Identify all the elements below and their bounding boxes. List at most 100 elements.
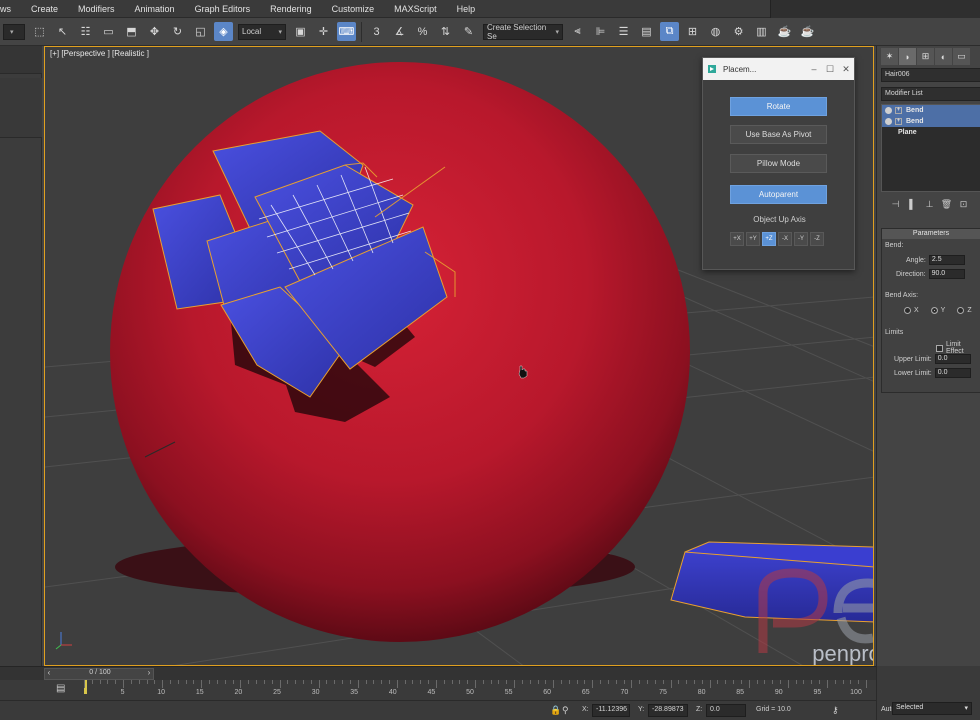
placement-icon[interactable]: ◈ — [214, 22, 233, 41]
isolate-selection-icon[interactable]: ⚲ — [562, 705, 569, 716]
menu-animation[interactable]: Animation — [125, 4, 185, 14]
maximize-icon[interactable]: ☐ — [822, 62, 838, 76]
rendered-frame-icon[interactable]: ▥ — [752, 22, 771, 41]
mini-curve-editor-icon[interactable]: ▤ — [56, 683, 68, 695]
make-unique-icon[interactable]: ⊥ — [923, 198, 936, 211]
angle-spinner[interactable]: 2.5 — [928, 255, 965, 265]
spinner-snap-icon[interactable]: ⇅ — [436, 22, 455, 41]
modifier-list-dropdown[interactable]: Modifier List — [881, 87, 980, 101]
pin-stack-icon[interactable]: ⊣ — [889, 198, 902, 211]
curve-editor-icon[interactable]: ⧉ — [660, 22, 679, 41]
window-crossing-icon[interactable]: ⬒ — [122, 22, 141, 41]
snaps-toggle-icon[interactable]: 3 — [367, 22, 386, 41]
keyboard-shortcut-icon[interactable]: ⌨ — [337, 22, 356, 41]
axis-y-radio[interactable] — [930, 307, 938, 314]
previous-frame-icon[interactable]: ‹ — [44, 668, 54, 680]
modify-tab-icon[interactable]: ◗ — [899, 48, 916, 65]
axis-minus-y-button[interactable]: -Y — [794, 232, 808, 246]
limit-effect-checkbox[interactable] — [936, 344, 943, 352]
percent-snap-icon[interactable]: % — [413, 22, 432, 41]
hierarchy-tab-icon[interactable]: ⊞ — [917, 48, 934, 65]
menu-help[interactable]: Help — [447, 4, 486, 14]
pivot-center-icon[interactable]: ▣ — [291, 22, 310, 41]
rect-selection-icon[interactable]: ▭ — [99, 22, 118, 41]
eye-icon[interactable] — [885, 118, 892, 125]
remove-modifier-icon[interactable]: 🗑 — [940, 198, 953, 211]
axis-x-radio[interactable] — [904, 307, 911, 314]
upper-limit-spinner[interactable]: 0.0 — [934, 354, 971, 364]
select-scale-icon[interactable]: ◱ — [191, 22, 210, 41]
named-selection-dropdown[interactable]: Create Selection Se ▾ — [483, 23, 563, 41]
render-production-icon[interactable]: ☕ — [775, 22, 794, 41]
next-frame-icon[interactable]: › — [144, 668, 154, 680]
ruler-tick — [271, 680, 273, 684]
toolbar-left-dropdown[interactable]: ▾ — [3, 23, 25, 40]
material-editor-icon[interactable]: ◍ — [706, 22, 725, 41]
axis-z-radio[interactable] — [957, 307, 965, 314]
create-tab-icon[interactable]: ✶ — [881, 48, 898, 65]
use-base-as-pivot-button[interactable]: Use Base As Pivot — [730, 125, 827, 144]
edit-named-selections-icon[interactable]: ✎ — [459, 22, 478, 41]
select-link-icon[interactable]: ⬚ — [30, 22, 49, 41]
ruler-tick — [240, 680, 242, 688]
axis-plus-y-button[interactable]: +Y — [746, 232, 760, 246]
select-by-name-icon[interactable]: ☷ — [76, 22, 95, 41]
rotate-button[interactable]: Rotate — [730, 97, 827, 116]
close-icon[interactable]: ✕ — [838, 62, 854, 76]
menu-views[interactable]: ws — [0, 4, 21, 14]
configure-sets-icon[interactable]: ⊡ — [957, 198, 970, 211]
menu-create[interactable]: Create — [21, 4, 68, 14]
timeline-ruler[interactable]: 5 10 15 20 25 30 35 40 45 50 55 60 65 70 75 80 85 90 95 100 — [84, 680, 867, 700]
menu-graph-editors[interactable]: Graph Editors — [185, 4, 261, 14]
show-end-result-icon[interactable]: ▌ — [906, 198, 919, 211]
viewport-label[interactable]: [+] [Perspective ] [Realistic ] — [50, 49, 149, 58]
ruler-tick — [725, 680, 727, 684]
x-coord-field[interactable]: -11.12396 — [592, 704, 630, 717]
axis-minus-x-button[interactable]: -X — [778, 232, 792, 246]
select-rotate-icon[interactable]: ↻ — [168, 22, 187, 41]
eye-icon[interactable] — [885, 107, 892, 114]
dialog-title-bar[interactable]: Placem... – ☐ ✕ — [703, 58, 854, 80]
z-coord-field[interactable]: 0.0 — [706, 704, 746, 717]
menu-rendering[interactable]: Rendering — [260, 4, 322, 14]
select-manipulate-icon[interactable]: ✛ — [314, 22, 333, 41]
pillow-mode-button[interactable]: Pillow Mode — [730, 154, 827, 173]
expand-icon[interactable]: + — [895, 107, 902, 114]
key-filter-dropdown[interactable]: Selected ▾ — [892, 702, 972, 715]
y-coord-field[interactable]: -28.89873 — [648, 704, 688, 717]
reference-coord-dropdown[interactable]: Local ▾ — [238, 23, 286, 40]
select-move-icon[interactable]: ✥ — [145, 22, 164, 41]
autoparent-button[interactable]: Autoparent — [730, 185, 827, 204]
select-object-icon[interactable]: ↖ — [53, 22, 72, 41]
menu-modifiers[interactable]: Modifiers — [68, 4, 125, 14]
selection-lock-icon[interactable]: 🔒 — [550, 705, 561, 716]
stack-item-plane[interactable]: Plane — [882, 127, 980, 138]
schematic-view-icon[interactable]: ⊞ — [683, 22, 702, 41]
direction-spinner[interactable]: 90.0 — [928, 269, 965, 279]
render-setup-icon[interactable]: ⚙ — [729, 22, 748, 41]
parameters-header[interactable]: Parameters — [882, 229, 980, 239]
minimize-icon[interactable]: – — [806, 62, 822, 76]
stack-item-bend-1[interactable]: + Bend — [882, 105, 980, 116]
lower-limit-spinner[interactable]: 0.0 — [934, 368, 971, 378]
axis-minus-z-button[interactable]: -Z — [810, 232, 824, 246]
axis-plus-x-button[interactable]: +X — [730, 232, 744, 246]
expand-icon[interactable]: + — [895, 118, 902, 125]
main-toolbar: ▾ ⬚ ↖ ☷ ▭ ⬒ ✥ ↻ ◱ ◈ Local ▾ ▣ ✛ ⌨ 3 ∡ % ⇅… — [0, 18, 980, 46]
align-icon[interactable]: ⊫ — [591, 22, 610, 41]
render-iterative-icon[interactable]: ☕ — [798, 22, 817, 41]
motion-tab-icon[interactable]: ◐ — [935, 48, 952, 65]
graphite-ribbon-icon[interactable]: ▤ — [637, 22, 656, 41]
display-tab-icon[interactable]: ▭ — [953, 48, 970, 65]
layer-manager-icon[interactable]: ☰ — [614, 22, 633, 41]
menu-customize[interactable]: Customize — [322, 4, 385, 14]
time-slider[interactable]: ‹ 0 / 100 › — [0, 666, 876, 680]
axis-plus-z-button[interactable]: +Z — [762, 232, 776, 246]
ruler-tick — [373, 680, 375, 684]
object-name-field[interactable]: Hair006 — [881, 68, 980, 82]
angle-snap-icon[interactable]: ∡ — [390, 22, 409, 41]
mirror-icon[interactable]: ⫷ — [568, 22, 587, 41]
menu-maxscript[interactable]: MAXScript — [384, 4, 447, 14]
stack-item-bend-2[interactable]: + Bend — [882, 116, 980, 127]
key-icon[interactable]: ⚷ — [832, 705, 839, 716]
